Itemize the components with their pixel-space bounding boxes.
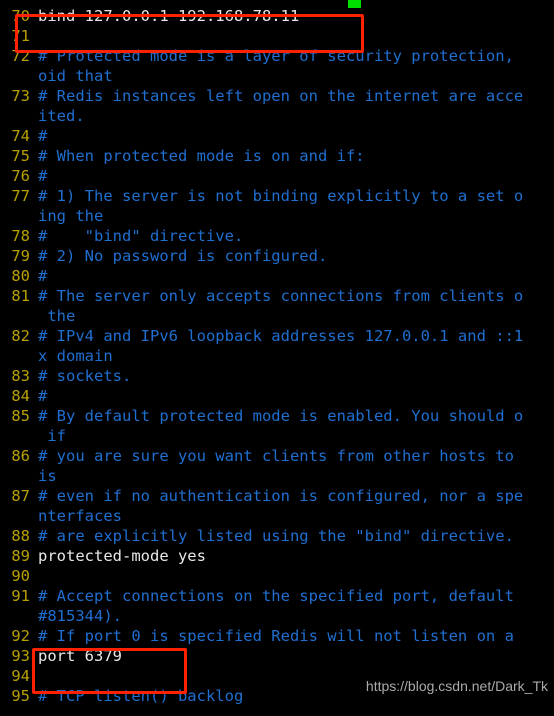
line-number: 91 xyxy=(11,587,30,605)
config-comment-text: # xyxy=(38,167,48,185)
config-comment-text: nterfaces xyxy=(38,507,122,525)
line-number: 86 xyxy=(11,447,30,465)
csdn-watermark: https://blog.csdn.net/Dark_Tk xyxy=(365,678,548,694)
config-directive-text: protected-mode yes xyxy=(38,547,206,565)
config-comment-text: # "bind" directive. xyxy=(38,227,244,245)
line-number: 87 xyxy=(11,487,30,505)
config-comment-text: the xyxy=(38,307,76,325)
line-number: 84 xyxy=(11,387,30,405)
config-comment-text: is xyxy=(38,467,57,485)
line-number: 94 xyxy=(11,667,30,685)
config-directive-text: port 6379 xyxy=(38,647,122,665)
line-number: 82 xyxy=(11,327,30,345)
line-number: 85 xyxy=(11,407,30,425)
line-number: 76 xyxy=(11,167,30,185)
config-comment-text: ing the xyxy=(38,207,104,225)
line-number: 90 xyxy=(11,567,30,585)
config-comment-text: # TCP listen() backlog xyxy=(38,687,244,705)
line-number: 81 xyxy=(11,287,30,305)
line-number: 92 xyxy=(11,627,30,645)
line-number: 89 xyxy=(11,547,30,565)
config-comment-text: # By default protected mode is enabled. … xyxy=(38,407,524,425)
config-comment-text: # Accept connections on the specified po… xyxy=(38,587,514,605)
config-comment-text: # xyxy=(38,387,48,405)
line-number: 88 xyxy=(11,527,30,545)
line-number: 79 xyxy=(11,247,30,265)
config-comment-text: # Redis instances left open on the inter… xyxy=(38,87,524,105)
config-comment-text: # xyxy=(38,127,48,145)
line-number: 80 xyxy=(11,267,30,285)
config-comment-text: ited. xyxy=(38,107,85,125)
line-number: 77 xyxy=(11,187,30,205)
config-comment-text: # even if no authentication is configure… xyxy=(38,487,524,505)
line-number: 83 xyxy=(11,367,30,385)
config-comment-text: # Protected mode is a layer of security … xyxy=(38,47,514,65)
config-comment-text: oid that xyxy=(38,67,113,85)
terminal-window[interactable]: --------70bind 127.0.0.1 192.168.78.1171… xyxy=(0,0,554,716)
config-comment-text: # are explicitly listed using the "bind"… xyxy=(38,527,514,545)
config-directive-text: bind 127.0.0.1 192.168.78.11 xyxy=(38,7,300,25)
line-number: 74 xyxy=(11,127,30,145)
config-comment-text: # you are sure you want clients from oth… xyxy=(38,447,514,465)
config-comment-text: x domain xyxy=(38,347,113,365)
config-comment-text: # The server only accepts connections fr… xyxy=(38,287,524,305)
line-number: 93 xyxy=(11,647,30,665)
config-comment-text: # 2) No password is configured. xyxy=(38,247,328,265)
config-comment-text: # IPv4 and IPv6 loopback addresses 127.0… xyxy=(38,327,524,345)
config-comment-text: # 1) The server is not binding explicitl… xyxy=(38,187,524,205)
config-comment-text: # When protected mode is on and if: xyxy=(38,147,365,165)
line-number: 73 xyxy=(11,87,30,105)
line-number: 71 xyxy=(11,27,30,45)
line-number: 95 xyxy=(11,687,30,705)
config-comment-text: #815344). xyxy=(38,607,122,625)
config-comment-text: if xyxy=(38,427,66,445)
config-comment-text: # If port 0 is specified Redis will not … xyxy=(38,627,514,645)
line-number: 72 xyxy=(11,47,30,65)
config-comment-text: # xyxy=(38,267,48,285)
green-cursor-block xyxy=(348,0,361,8)
line-number: 75 xyxy=(11,147,30,165)
config-comment-text: # sockets. xyxy=(38,367,132,385)
line-number: 78 xyxy=(11,227,30,245)
line-number: 70 xyxy=(11,7,30,25)
